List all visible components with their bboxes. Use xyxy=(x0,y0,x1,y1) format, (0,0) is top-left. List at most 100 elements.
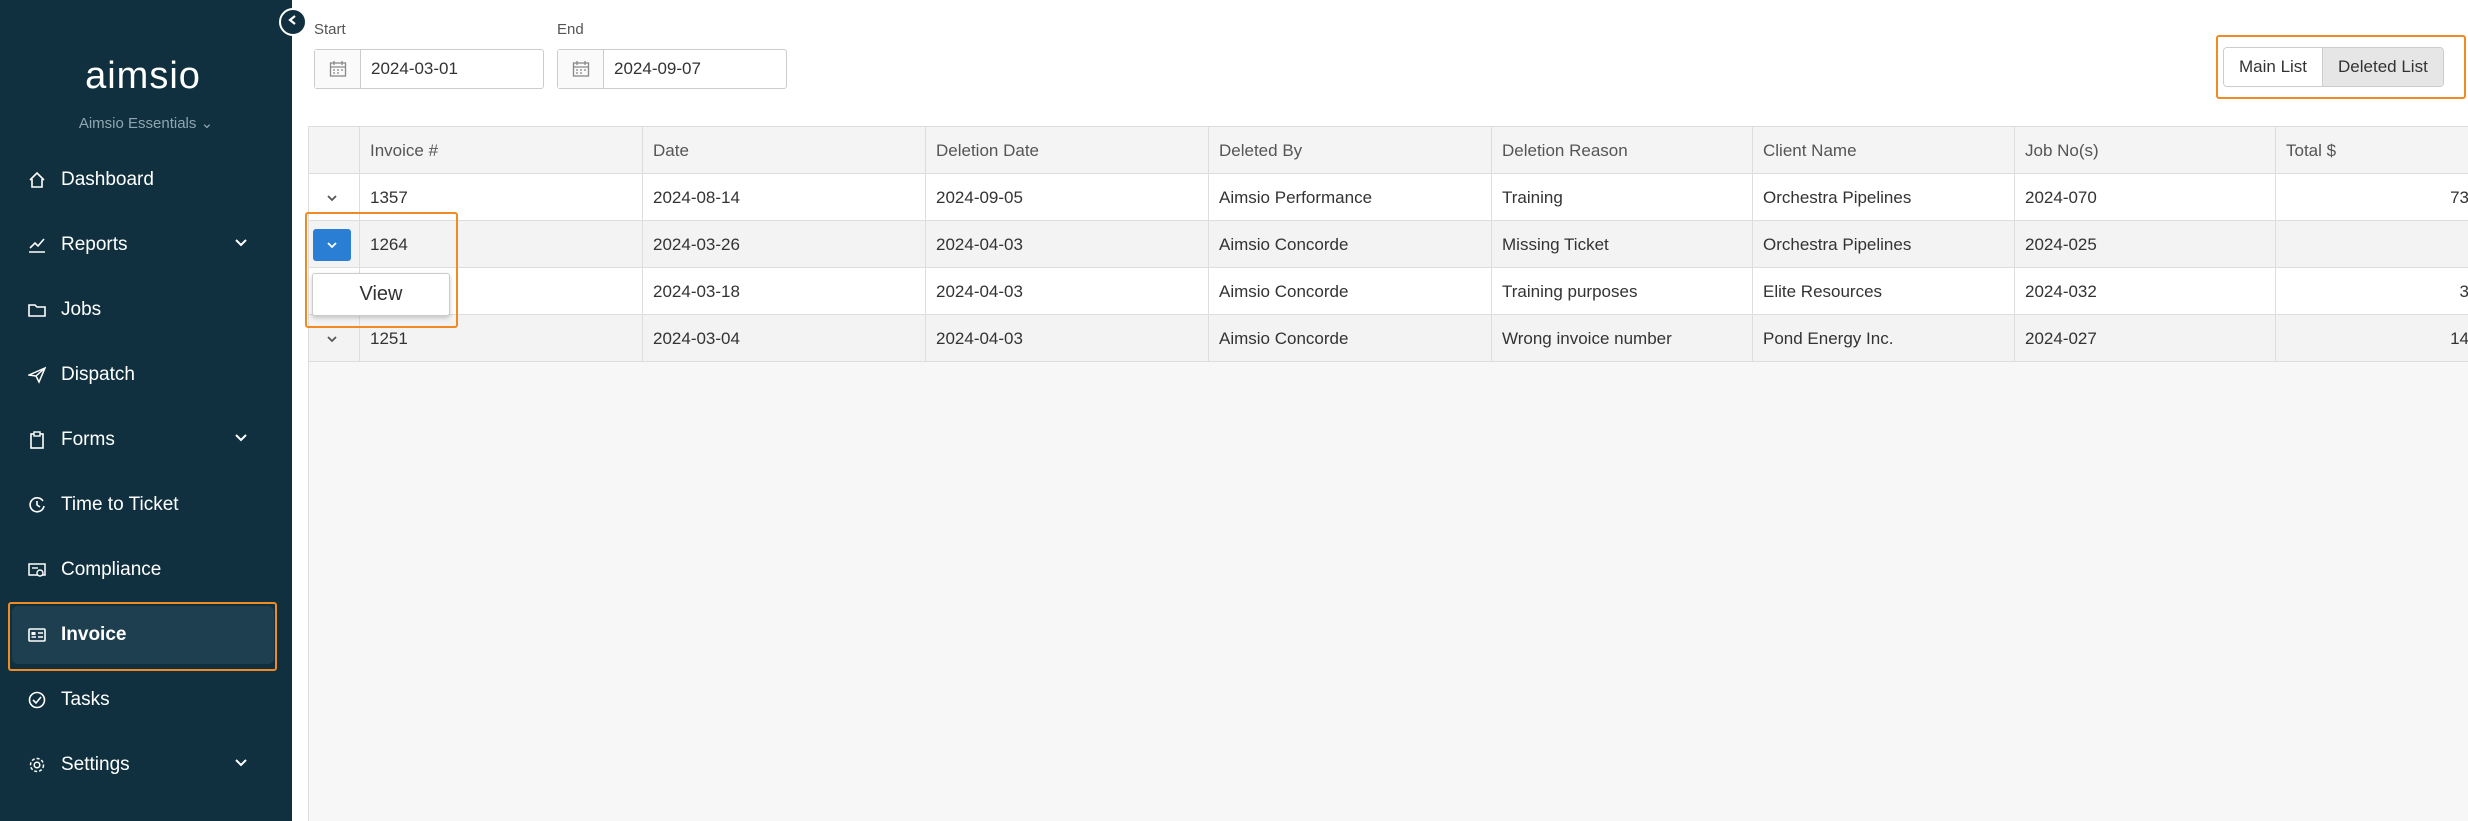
client-name: Pond Energy Inc. xyxy=(1752,315,2014,362)
sidebar: aimsio Aimsio Essentials ⌄ Dashboard Rep… xyxy=(0,0,292,821)
column-header-deletion-reason[interactable]: Deletion Reason xyxy=(1491,127,1752,174)
chevron-down-icon xyxy=(233,235,249,257)
job-numbers: 2024-032 xyxy=(2014,268,2275,315)
chevron-down-icon: ⌄ xyxy=(200,115,214,132)
row-action-menu: View xyxy=(312,273,450,316)
sidebar-item-reports[interactable]: Reports xyxy=(12,216,274,274)
table-row[interactable]: 1251 2024-03-04 2024-04-03 Aimsio Concor… xyxy=(309,315,2468,362)
job-numbers: 2024-070 xyxy=(2014,174,2275,221)
chevron-down-icon xyxy=(233,755,249,777)
row-expand-button[interactable] xyxy=(313,229,351,261)
end-date-field[interactable]: 2024-09-07 xyxy=(557,49,787,89)
sidebar-item-time-to-ticket[interactable]: Time to Ticket xyxy=(12,476,274,534)
sidebar-item-compliance[interactable]: Compliance xyxy=(12,541,274,599)
table-row[interactable]: 2024-03-18 2024-04-03 Aimsio Concorde Tr… xyxy=(309,268,2468,315)
expand-cell xyxy=(309,174,359,221)
sidebar-item-invoice[interactable]: Invoice xyxy=(12,606,274,664)
deletion-date: 2024-09-05 xyxy=(925,174,1208,221)
sidebar-item-settings[interactable]: Settings xyxy=(12,736,274,794)
list-toggle: Main List Deleted List xyxy=(2223,47,2444,87)
view-menu-item[interactable]: View xyxy=(360,283,403,306)
deleted-by: Aimsio Concorde xyxy=(1208,315,1491,362)
home-icon xyxy=(27,170,47,190)
workspace-name: Aimsio Essentials xyxy=(78,115,197,132)
deleted-by: Aimsio Performance xyxy=(1208,174,1491,221)
calendar-icon[interactable] xyxy=(315,50,361,88)
sidebar-item-label: Dashboard xyxy=(61,169,154,190)
clipboard-icon xyxy=(27,430,47,450)
expand-column-header xyxy=(309,127,359,174)
invoice-date: 2024-08-14 xyxy=(642,174,925,221)
deletion-date: 2024-04-03 xyxy=(925,315,1208,362)
chevron-left-icon xyxy=(287,13,299,31)
total-amount: 14 xyxy=(2275,315,2468,362)
deletion-reason: Training purposes xyxy=(1491,268,1752,315)
column-header-invoice[interactable]: Invoice # xyxy=(359,127,642,174)
refresh-clock-icon xyxy=(27,495,47,515)
start-label: Start xyxy=(314,21,346,38)
start-date-value: 2024-03-01 xyxy=(371,59,458,78)
invoice-number: 1357 xyxy=(359,174,642,221)
sidebar-item-label: Tasks xyxy=(61,689,110,710)
deleted-invoices-grid: Invoice # Date Deletion Date Deleted By … xyxy=(308,126,2468,821)
client-name: Elite Resources xyxy=(1752,268,2014,315)
deletion-reason: Training xyxy=(1491,174,1752,221)
start-date-field[interactable]: 2024-03-01 xyxy=(314,49,544,89)
job-numbers: 2024-027 xyxy=(2014,315,2275,362)
deleted-by: Aimsio Concorde xyxy=(1208,221,1491,268)
deletion-reason: Missing Ticket xyxy=(1491,221,1752,268)
svg-text:aimsio: aimsio xyxy=(85,58,201,96)
deletion-date: 2024-04-03 xyxy=(925,268,1208,315)
send-icon xyxy=(27,365,47,385)
sidebar-item-label: Settings xyxy=(61,754,130,775)
sidebar-item-label: Forms xyxy=(61,429,115,450)
certificate-icon xyxy=(27,560,47,580)
sidebar-item-dashboard[interactable]: Dashboard xyxy=(12,151,274,209)
row-expand-button[interactable] xyxy=(313,323,351,355)
folder-icon xyxy=(27,300,47,320)
column-header-total[interactable]: Total $ xyxy=(2275,127,2468,174)
invoice-date: 2024-03-18 xyxy=(642,268,925,315)
calendar-icon[interactable] xyxy=(558,50,604,88)
sidebar-item-jobs[interactable]: Jobs xyxy=(12,281,274,339)
collapse-sidebar-button[interactable] xyxy=(279,8,307,36)
total-amount xyxy=(2275,221,2468,268)
total-amount: 3 xyxy=(2275,268,2468,315)
sidebar-item-dispatch[interactable]: Dispatch xyxy=(12,346,274,404)
sidebar-item-label: Dispatch xyxy=(61,364,135,385)
invoice-date: 2024-03-26 xyxy=(642,221,925,268)
column-header-deletion-date[interactable]: Deletion Date xyxy=(925,127,1208,174)
expand-cell xyxy=(309,315,359,362)
row-expand-button[interactable] xyxy=(313,182,351,214)
workspace-selector[interactable]: Aimsio Essentials ⌄ xyxy=(0,114,292,132)
invoice-number: 1251 xyxy=(359,315,642,362)
chart-icon xyxy=(27,235,47,255)
sidebar-item-label: Jobs xyxy=(61,299,102,320)
column-header-client-name[interactable]: Client Name xyxy=(1752,127,2014,174)
sidebar-item-label: Compliance xyxy=(61,559,162,580)
invoice-number: 1264 xyxy=(359,221,642,268)
grid-header: Invoice # Date Deletion Date Deleted By … xyxy=(309,127,2468,174)
client-name: Orchestra Pipelines xyxy=(1752,174,2014,221)
end-date-value: 2024-09-07 xyxy=(614,59,701,78)
job-numbers: 2024-025 xyxy=(2014,221,2275,268)
invoice-icon xyxy=(27,625,47,645)
client-name: Orchestra Pipelines xyxy=(1752,221,2014,268)
column-header-deleted-by[interactable]: Deleted By xyxy=(1208,127,1491,174)
column-header-date[interactable]: Date xyxy=(642,127,925,174)
main-list-button[interactable]: Main List xyxy=(2224,48,2324,86)
sidebar-item-forms[interactable]: Forms xyxy=(12,411,274,469)
invoice-date: 2024-03-04 xyxy=(642,315,925,362)
deletion-reason: Wrong invoice number xyxy=(1491,315,1752,362)
sidebar-item-label: Time to Ticket xyxy=(61,494,179,515)
sidebar-item-label: Invoice xyxy=(61,624,127,645)
column-header-job-nos[interactable]: Job No(s) xyxy=(2014,127,2275,174)
table-row[interactable]: 1357 2024-08-14 2024-09-05 Aimsio Perfor… xyxy=(309,174,2468,221)
table-row[interactable]: 1264 2024-03-26 2024-04-03 Aimsio Concor… xyxy=(309,221,2468,268)
sidebar-item-label: Reports xyxy=(61,234,128,255)
aimsio-logo: aimsio xyxy=(85,58,201,96)
deleted-list-button[interactable]: Deleted List xyxy=(2323,48,2443,86)
chevron-down-icon xyxy=(233,430,249,452)
deleted-by: Aimsio Concorde xyxy=(1208,268,1491,315)
sidebar-item-tasks[interactable]: Tasks xyxy=(12,671,274,729)
